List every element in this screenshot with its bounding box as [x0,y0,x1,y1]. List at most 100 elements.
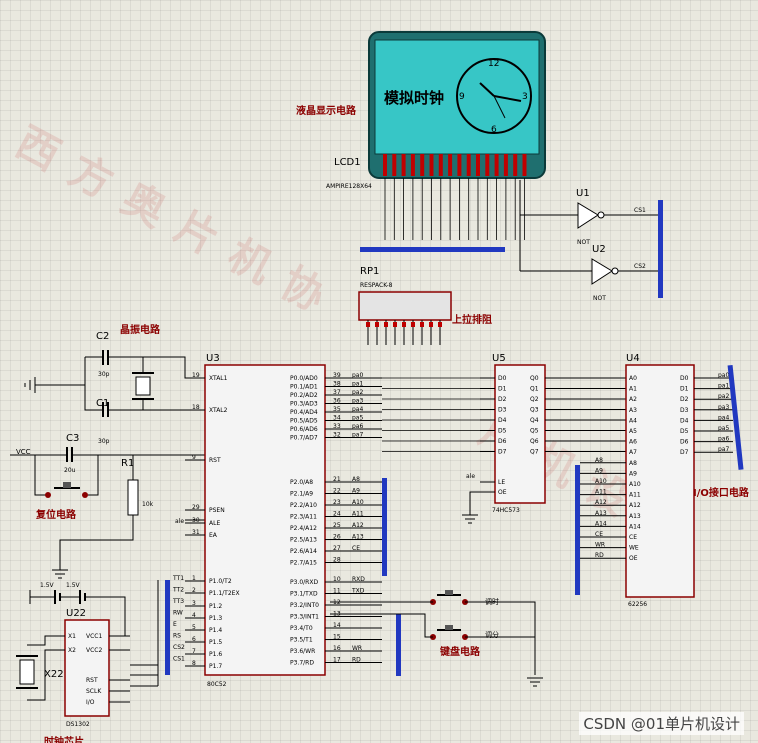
u4-pin-label: A6 [629,439,637,446]
clock-number: 3 [522,92,528,102]
u22-pin-label: VCC2 [86,647,102,654]
u4-pin-label: A2 [629,396,637,403]
clockchip-title: 时钟芯片 [44,735,84,743]
inverter-u2[interactable]: U2 NOT CS2 [520,244,660,302]
battery-pack[interactable]: 1.5V 1.5V [40,582,86,604]
pin-marker [402,322,406,327]
net-label: A14 [595,520,607,527]
u22-pin-label: I/O [86,699,95,706]
lcd-pin [392,154,397,176]
clock-number: 9 [459,92,465,102]
u5-pin-label: D6 [498,438,507,445]
u4-pin-label: A11 [629,492,641,499]
u4-pin-label: A9 [629,470,637,477]
net-label: pa0 [718,372,729,379]
pullup-title: 上拉排阻 [452,313,492,326]
control-bus [165,580,170,675]
u4-pin-label: A3 [629,407,637,414]
latch-u5[interactable]: U5 74HC573 D0 D1 D2 D3 D4 D5 D6 D7 LE OE Q0 Q1 Q2 Q3 Q… [382,353,626,514]
capacitor-c2[interactable]: C2 30p [96,331,110,378]
net-label: TT1 [172,575,184,582]
net-label: A10 [352,499,364,506]
net-label: pa6 [352,423,363,430]
lcd-module[interactable]: 模拟时钟 12 3 6 9 [360,31,546,252]
u5-pin-label: D0 [498,375,507,382]
u3-pin-label: P2.0/A8 [290,479,313,486]
net-label: TT3 [172,598,184,605]
net-label: A12 [595,499,607,506]
u4-pin-label: A0 [629,375,637,382]
u4-pin-label: A13 [629,513,641,520]
reset-button[interactable] [45,482,88,498]
net-label: A10 [595,478,607,485]
cs-bus [658,200,663,298]
net-label: pa7 [352,432,363,439]
lcd-pin [494,154,499,176]
u5-pin-label: Q0 [530,375,539,382]
schematic-canvas: 模拟时钟 12 3 6 9 液晶显示电路 LCD1 AMPIRE128X64 U… [10,31,750,743]
u3-pin-label: P1.0/T2 [209,578,232,585]
sram-u4[interactable]: U4 62256 A0 A1 A2 A3 A4 A5 A6 A7 A8 A8 A9 A9 A10 A10 A… [580,353,733,608]
pin-marker [420,322,424,327]
u5-pin-label: LE [498,479,505,486]
u4-part: 62256 [628,601,647,608]
lcd-caption: 液晶显示电路 [296,104,357,117]
lcd-bus [360,247,505,252]
u4-pin-label: A8 [629,460,637,467]
u5-pin-label: Q1 [530,386,539,393]
u4-pin-label: A10 [629,481,641,488]
net-label: RD [595,552,604,559]
resistor-pack-rp1[interactable]: RP1 RESPACK-8 [358,266,452,345]
lcd-pin [448,154,453,176]
lcd-pin [383,154,387,176]
u4-pin-label: D6 [680,439,689,446]
u3-pin-label: P1.2 [209,603,222,610]
u3-pin-label: P1.7 [209,663,222,670]
u22-pin-label: SCLK [86,688,102,695]
resistor-r1[interactable]: R1 10k [121,458,154,516]
net-label: A9 [595,467,603,474]
u4-pin-label: D3 [680,407,689,414]
pin-marker [384,322,388,327]
u3-pin-label: XTAL1 [209,375,228,382]
crystal-x1[interactable] [132,372,154,400]
mcu-u3[interactable]: U3 80C52 XTAL119XTAL218RST9PSEN29ALE30EA… [185,353,382,688]
u5-pin-label: Q2 [530,396,539,403]
key-adjust-hour[interactable]: 调时 [430,590,499,606]
c2-value: 30p [98,371,110,378]
u4-pin-label: D7 [680,449,689,456]
c3-ref: C3 [66,433,79,444]
control-bus [396,614,401,676]
net-label: RW [173,610,183,617]
net-label: pa2 [352,389,363,396]
u4-pin-label: A1 [629,386,637,393]
net-label: A8 [595,457,603,464]
u3-pin-label: P1.6 [209,651,222,658]
u3-pin-label: P3.3/INT1 [290,614,319,621]
net-label: pa7 [718,446,729,453]
net-label: pa0 [352,372,363,379]
net-label: pa1 [352,381,363,388]
u3-pin-label: P1.5 [209,639,222,646]
wire [130,580,159,687]
u22-pin-label: X2 [68,647,76,654]
capacitor-c3[interactable]: C3 20u [64,433,79,474]
u3-pin-label: P3.0/RXD [290,579,318,586]
rtc-u22[interactable]: U22 DS1302 X1 X2 VCC1 VCC2 RST SCLK I/O [64,608,130,728]
crystal-x22[interactable]: X22 [16,655,64,689]
pin-marker [375,322,379,327]
pin-marker [429,322,433,327]
u3-pin-label: P3.6/WR [290,648,315,655]
net-label: CE [595,531,603,538]
u3-pin-label: P3.5/T1 [290,637,313,644]
u4-pin-label: CE [629,534,637,541]
net-label: A8 [352,476,360,483]
u1-part: NOT [577,239,590,246]
u3-pin-label: P0.0/AD0 [290,375,318,382]
ground-symbol [462,491,480,524]
rp1-ref: RP1 [360,266,379,277]
key-adjust-minute[interactable]: 调分 [430,625,499,640]
rp1-part: RESPACK-8 [360,282,393,289]
capacitor-c1[interactable]: C1 30p [96,398,110,445]
inverter-u1[interactable]: U1 NOT CS1 [520,188,660,246]
